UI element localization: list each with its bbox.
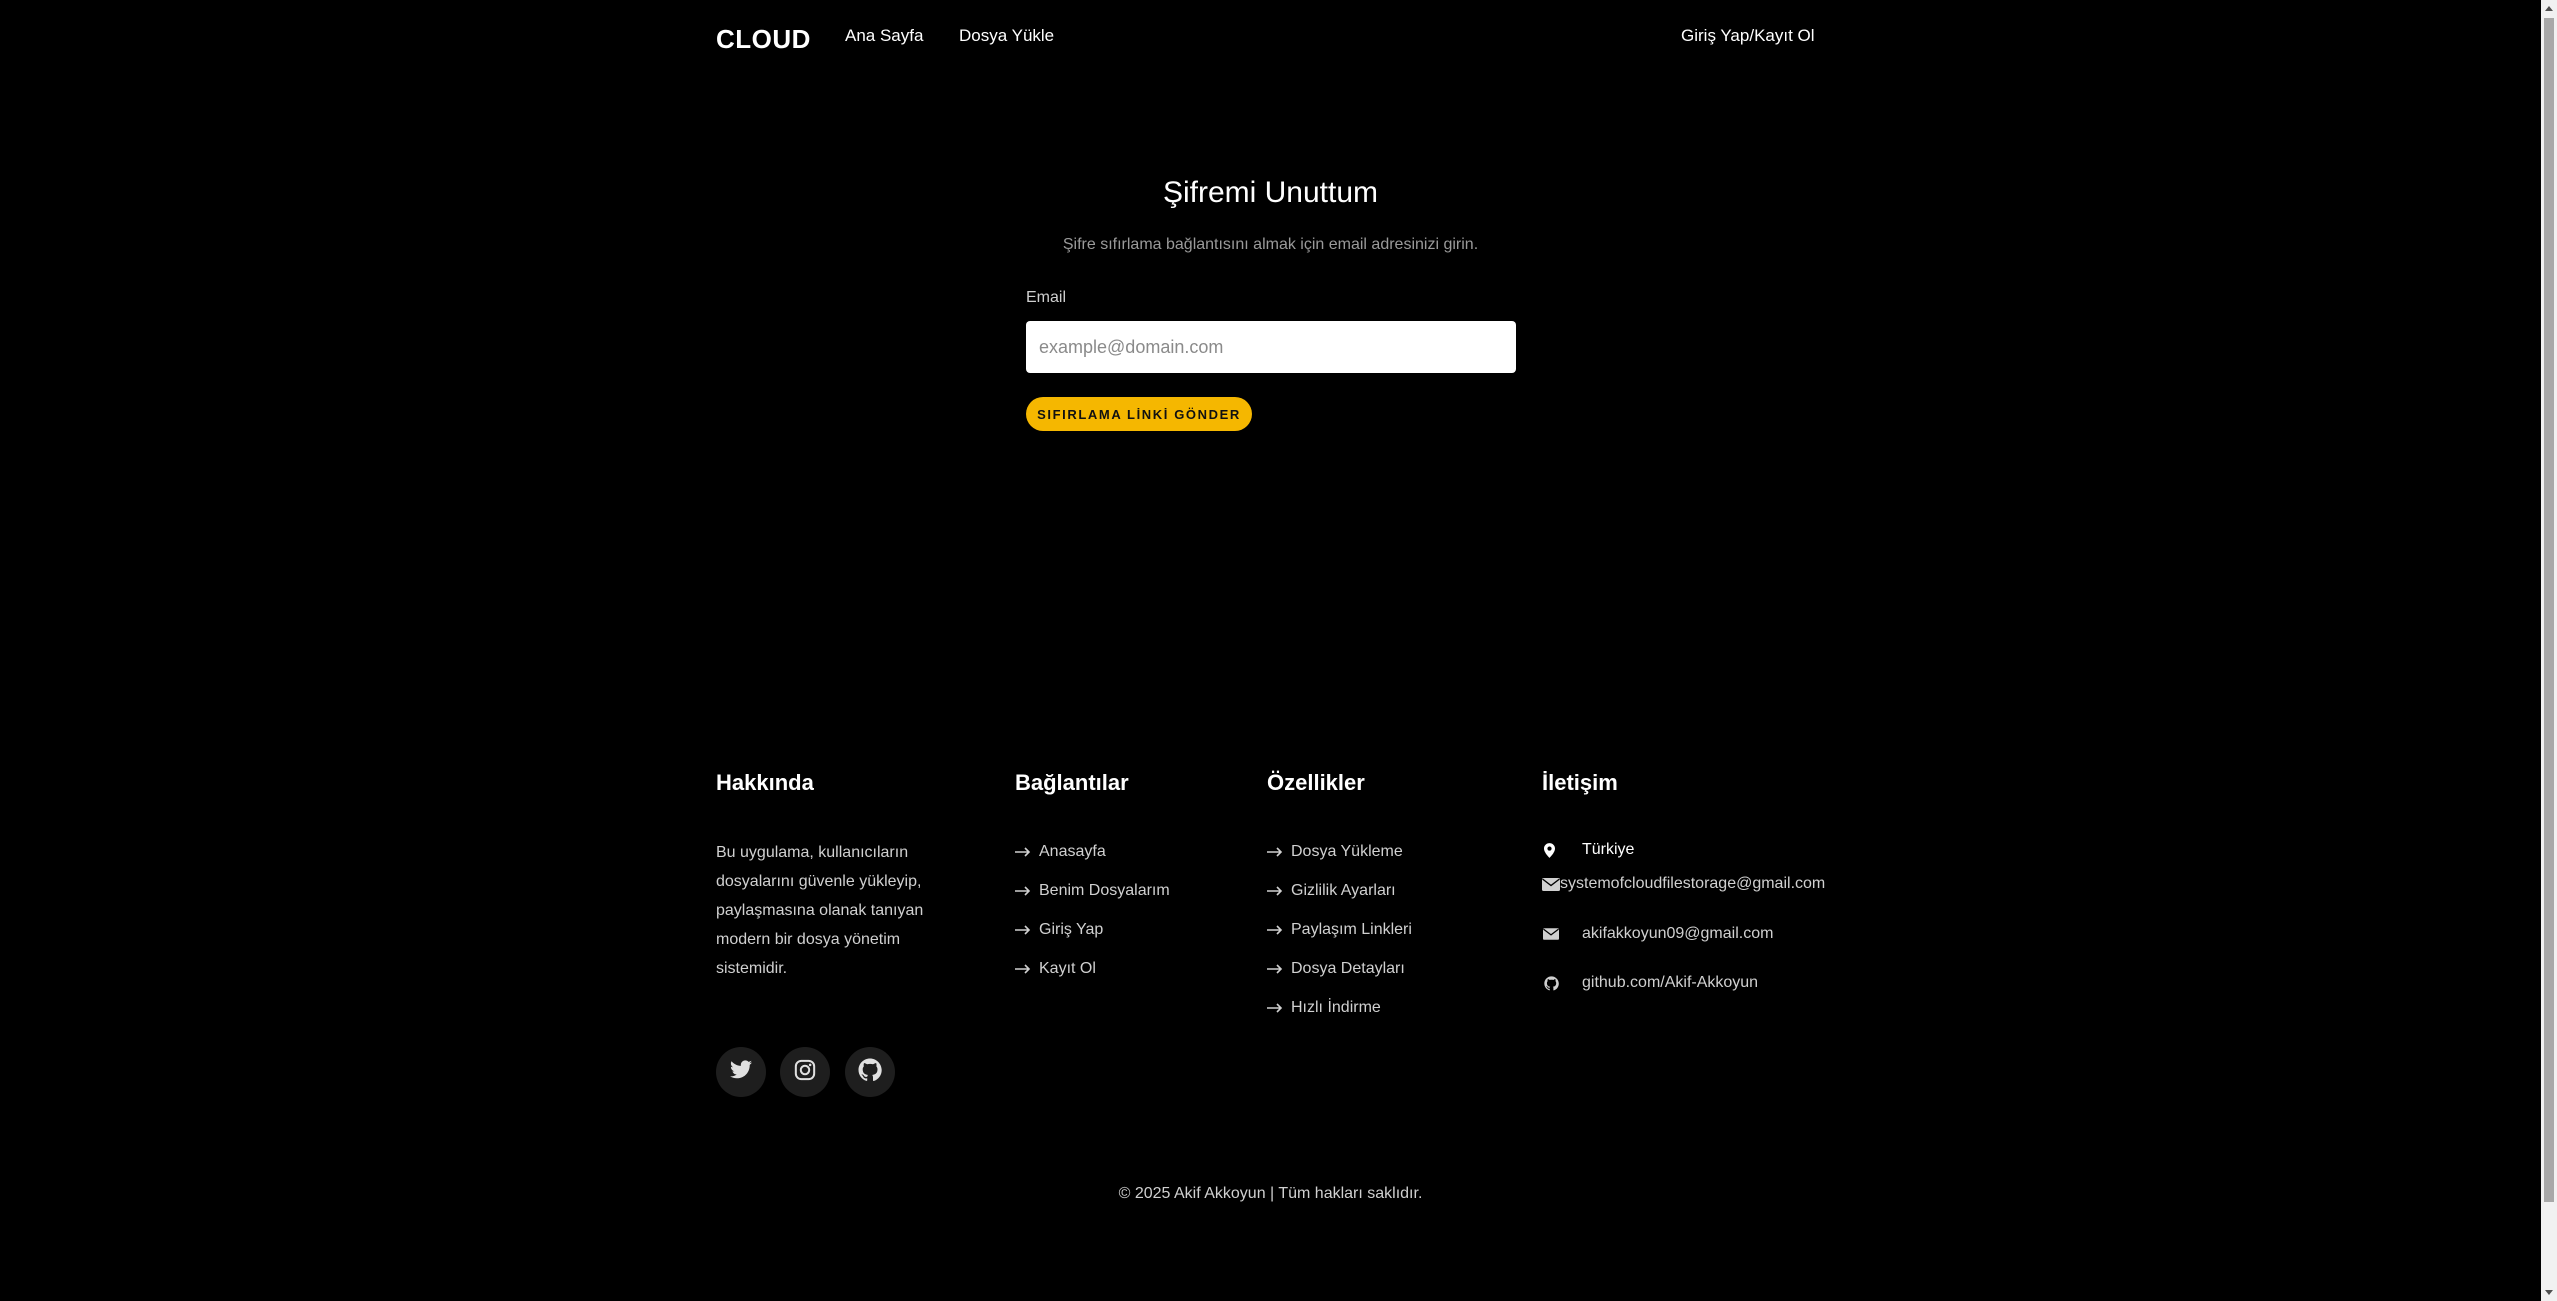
arrow-right-icon (1015, 847, 1031, 857)
instagram-button[interactable] (780, 1047, 830, 1097)
scrollbar-thumb[interactable] (2544, 18, 2554, 1202)
navbar: CLOUD Ana Sayfa Dosya Yükle Giriş Yap/Ka… (0, 0, 2541, 76)
contact-github-link[interactable]: github.com/Akif-Akkoyun (1582, 974, 1758, 992)
arrow-right-icon (1267, 886, 1283, 896)
footer-link-login[interactable]: Giriş Yap (1015, 921, 1103, 939)
page-title: Şifremi Unuttum (1162, 176, 1379, 209)
envelope-icon (1542, 926, 1560, 942)
email-label: Email (1026, 289, 1067, 306)
footer-link-label: Benim Dosyalarım (1039, 882, 1170, 899)
footer-link-label: Kayıt Ol (1039, 960, 1096, 977)
copyright: © 2025 Akif Akkoyun | Tüm hakları saklıd… (1118, 1185, 1423, 1202)
logo[interactable]: CLOUD (716, 24, 811, 55)
envelope-icon (1542, 876, 1560, 892)
nav-link-login-register[interactable]: Giriş Yap/Kayıt Ol (1681, 26, 1815, 46)
send-reset-link-button[interactable]: SIFIRLAMA LİNKİ GÖNDER (1026, 397, 1252, 431)
footer-feature-label: Gizlilik Ayarları (1291, 882, 1396, 899)
footer-links-heading: Bağlantılar (1015, 770, 1129, 795)
map-pin-icon (1542, 842, 1556, 858)
github-button[interactable] (845, 1047, 895, 1097)
nav-link-upload[interactable]: Dosya Yükle (959, 26, 1054, 46)
footer-link-home[interactable]: Anasayfa (1015, 843, 1106, 861)
footer-feature-label: Dosya Detayları (1291, 960, 1405, 977)
footer-feature-file-details[interactable]: Dosya Detayları (1267, 960, 1405, 978)
page: CLOUD Ana Sayfa Dosya Yükle Giriş Yap/Ka… (0, 0, 2541, 1301)
nav-link-home[interactable]: Ana Sayfa (845, 26, 923, 46)
contact-location: Türkiye (1542, 841, 1634, 859)
scroll-down-arrow-icon[interactable] (2541, 1284, 2557, 1301)
contact-email-system-link[interactable]: systemofcloudfilestorage@gmail.com (1560, 875, 1825, 893)
vertical-scrollbar[interactable] (2541, 0, 2557, 1301)
footer-feature-share-links[interactable]: Paylaşım Linkleri (1267, 921, 1412, 939)
contact-email-personal: akifakkoyun09@gmail.com (1542, 925, 1773, 943)
arrow-right-icon (1015, 886, 1031, 896)
footer-feature-upload[interactable]: Dosya Yükleme (1267, 843, 1403, 861)
arrow-right-icon (1267, 925, 1283, 935)
footer-feature-label: Dosya Yükleme (1291, 843, 1403, 860)
footer-about-heading: Hakkında (716, 770, 814, 795)
arrow-right-icon (1015, 925, 1031, 935)
footer-link-label: Giriş Yap (1039, 921, 1104, 938)
page-subtitle: Şifre sıfırlama bağlantısını almak için … (1062, 236, 1479, 253)
arrow-right-icon (1267, 1003, 1283, 1013)
footer-feature-fast-download[interactable]: Hızlı İndirme (1267, 999, 1381, 1017)
arrow-right-icon (1015, 964, 1031, 974)
footer-link-label: Anasayfa (1039, 843, 1106, 860)
footer-link-my-files[interactable]: Benim Dosyalarım (1015, 882, 1170, 900)
footer-contact-heading: İletişim (1542, 770, 1618, 795)
contact-email-system: systemofcloudfilestorage@gmail.com (1542, 875, 1825, 893)
twitter-icon (730, 1060, 752, 1084)
contact-github: github.com/Akif-Akkoyun (1542, 974, 1758, 992)
footer-about-text: Bu uygulama, kullanıcıların dosyalarını … (716, 844, 924, 977)
footer-features-heading: Özellikler (1267, 770, 1365, 795)
contact-location-text: Türkiye (1582, 841, 1635, 858)
github-icon (858, 1058, 882, 1087)
footer-feature-privacy[interactable]: Gizlilik Ayarları (1267, 882, 1396, 900)
github-icon (1542, 975, 1560, 991)
twitter-button[interactable] (716, 1047, 766, 1097)
email-input[interactable] (1026, 321, 1516, 373)
footer-feature-label: Paylaşım Linkleri (1291, 921, 1412, 938)
scroll-up-arrow-icon[interactable] (2541, 0, 2557, 17)
footer-link-register[interactable]: Kayıt Ol (1015, 960, 1096, 978)
instagram-icon (794, 1059, 816, 1086)
arrow-right-icon (1267, 847, 1283, 857)
arrow-right-icon (1267, 964, 1283, 974)
footer-feature-label: Hızlı İndirme (1291, 999, 1381, 1016)
contact-email-personal-link[interactable]: akifakkoyun09@gmail.com (1582, 925, 1773, 943)
